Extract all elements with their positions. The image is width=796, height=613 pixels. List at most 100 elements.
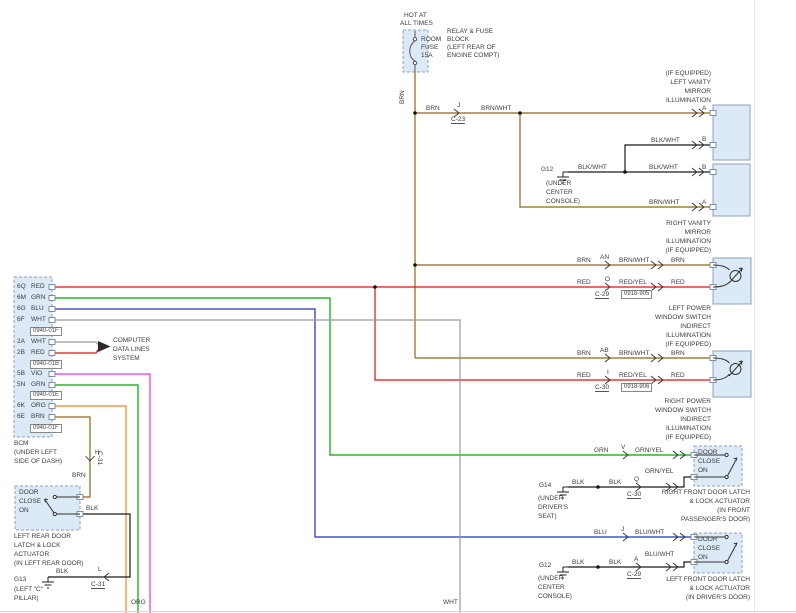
fuse-block-2: BLOCK <box>447 36 469 43</box>
wire-wht-bottom: WHT <box>443 599 458 606</box>
term-right-vanity-a: A <box>702 199 706 206</box>
lr-caption-2: LATCH & LOCK <box>14 542 60 549</box>
fuse-rating: 15A <box>421 52 433 59</box>
wire-red-pw1-a: RED <box>577 279 591 286</box>
g14-label: G14 <box>539 482 551 489</box>
g12-top-loc-3: CONSOLE) <box>546 198 580 205</box>
bcm-wire-6k: ORG <box>31 402 46 409</box>
right-pw-1: RIGHT POWER <box>665 398 711 405</box>
left-pw-1: LEFT POWER <box>669 305 711 312</box>
right-vanity-3: ILLUMINATION <box>666 238 711 245</box>
bcm-wire-6e: BRN <box>31 413 45 420</box>
right-pw-3: INDIRECT <box>680 416 711 423</box>
bcm-wire-6q: RED <box>31 283 45 290</box>
bcm-pin-6m: 6M <box>17 294 26 301</box>
wire-redyel-pw2: RED/YEL <box>619 372 647 379</box>
g12b-loc-3: CONSOLE) <box>538 593 572 600</box>
g14-loc-3: SEAT) <box>538 513 557 520</box>
wire-brnwht-pw2: BRN/WHT <box>619 350 649 357</box>
wire-brnwht-pw1: BRN/WHT <box>619 257 649 264</box>
lr-sw-2: CLOSE <box>19 498 41 505</box>
conn-c30-d1: C-30 <box>627 491 641 499</box>
d1-sw-1: DOOR <box>698 449 718 456</box>
d1-sw-2: CLOSE <box>698 458 720 465</box>
left-pw-5: (IF EQUIPPED) <box>665 341 711 348</box>
right-pw-2: WINDOW SWITCH <box>655 407 711 414</box>
wire-brnwht-c23: BRN/WHT <box>481 105 511 112</box>
bcm-wire-6f: WHT <box>31 316 46 323</box>
left-pw-4: ILLUMINATION <box>666 332 711 339</box>
code-0940-01f-2: 0940-01F <box>30 424 62 433</box>
wire-blk-g14-2: BLK <box>609 479 621 486</box>
hot-label-1: HOT AT <box>404 12 427 19</box>
d1-caption-2: & LOCK ACTUATOR <box>690 498 750 505</box>
wire-red-pw1-b: RED <box>671 279 685 286</box>
right-pw-4: ILLUMINATION <box>666 425 711 432</box>
d2-caption-3: (IN DRIVER'S DOOR) <box>686 594 750 601</box>
fuse-block-3: (LEFT REAR OF <box>447 44 496 51</box>
wire-blk-lr: BLK <box>86 505 98 512</box>
right-vanity-1: RIGHT VANITY <box>666 220 711 227</box>
pin-ab: AB <box>600 347 609 354</box>
wire-grnyel-d1-a: GRN/YEL <box>635 447 664 454</box>
bcm-pin-6e: 6E <box>17 413 25 420</box>
fuse-name-2: FUSE <box>421 44 438 51</box>
d2-sw-1: DOOR <box>698 536 718 543</box>
code-0940-01e: 0940-01E <box>30 391 62 400</box>
g12-top-loc-2: CENTER <box>546 189 573 196</box>
g12b-loc-2: CENTER <box>538 584 565 591</box>
bcm-caption-2: (UNDER LEFT <box>14 449 57 456</box>
g12-bottom-label: G12 <box>539 562 551 569</box>
term-left-vanity-b: B <box>702 136 706 143</box>
term-right-vanity-b: B <box>702 164 706 171</box>
pin-j: J <box>457 102 460 109</box>
d1-caption-4: PASSENGER'S DOOR) <box>681 516 750 523</box>
bcm-wire-2a: WHT <box>31 338 46 345</box>
left-vanity-1: (IF EQUIPPED) <box>665 70 711 77</box>
hot-label-2: ALL TIMES <box>400 20 433 27</box>
wire-blk-g14-1: BLK <box>572 479 584 486</box>
wire-red-pw2-b: RED <box>671 372 685 379</box>
term-left-vanity-a: A <box>702 105 706 112</box>
fuse-name-1: ROOM <box>421 36 441 43</box>
conn-c23: C-23 <box>451 116 465 124</box>
wire-blkwht-lv: BLK/WHT <box>651 137 680 144</box>
wire-brn-pw1-b: BRN <box>671 257 685 264</box>
g13-loc-1: (LEFT "C" <box>14 586 43 593</box>
pin-j2: J <box>621 526 624 533</box>
conn-c29-d2: C-29 <box>627 571 641 579</box>
left-pw-2: WINDOW SWITCH <box>655 314 711 321</box>
computer-data-1: COMPUTER <box>113 337 150 344</box>
right-vanity-2: MIRROR <box>685 229 711 236</box>
d2-caption-1: LEFT FRONT DOOR LATCH <box>666 576 750 583</box>
g14-loc-1: (UNDER <box>538 495 563 502</box>
left-vanity-2: LEFT VANITY <box>670 79 711 86</box>
code-0918-905: 0918-905 <box>621 290 652 299</box>
left-pw-3: INDIRECT <box>680 323 711 330</box>
wire-brnwht-rv: BRN/WHT <box>649 199 679 206</box>
g13-label: G13 <box>14 576 26 583</box>
lr-caption-1: LEFT REAR DOOR <box>14 533 71 540</box>
g13-loc-2: PILLAR) <box>14 595 39 602</box>
bcm-pin-5b: 5B <box>17 370 25 377</box>
bcm-wire-5b: VIO <box>31 370 42 377</box>
d2-caption-2: & LOCK ACTUATOR <box>690 585 750 592</box>
wire-redyel-pw1: RED/YEL <box>619 279 647 286</box>
bcm-pin-2b: 2B <box>17 349 25 356</box>
d2-sw-3: ON <box>698 554 708 561</box>
bcm-wire-5n: GRN <box>31 381 45 388</box>
bcm-wire-6g: BLU <box>31 305 44 312</box>
code-0940-01b: 0940-01B <box>30 360 62 369</box>
wire-grn-d1: GRN <box>594 447 608 454</box>
pin-a: A <box>634 556 638 563</box>
wire-red-pw2-a: RED <box>577 372 591 379</box>
lr-sw-3: ON <box>19 507 29 514</box>
g12-top-loc-1: (UNDER <box>546 180 571 187</box>
wire-brn-pw2-b: BRN <box>671 350 685 357</box>
wire-brn-pw1-a: BRN <box>577 257 591 264</box>
bcm-caption-1: BCM <box>14 440 28 447</box>
bcm-pin-2a: 2A <box>17 338 25 345</box>
g14-loc-2: DRIVER'S <box>538 504 568 511</box>
bcm-pin-6f: 6F <box>17 316 25 323</box>
wire-blkwht-g12-2: BLK/WHT <box>649 164 678 171</box>
